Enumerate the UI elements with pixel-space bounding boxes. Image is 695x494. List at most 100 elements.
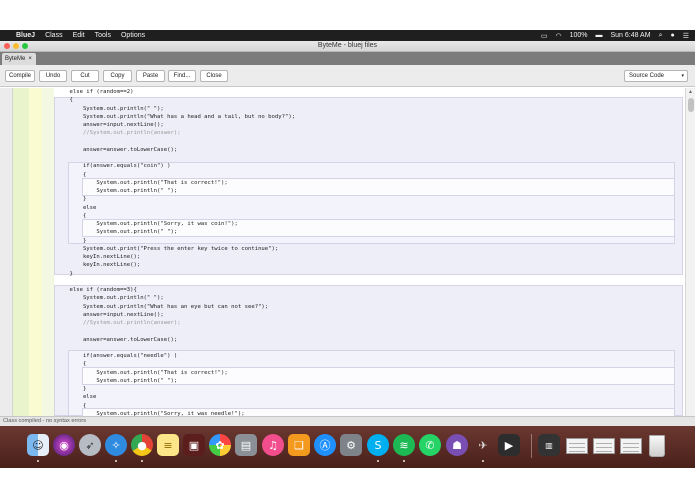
cut-button[interactable]: Cut <box>71 70 99 82</box>
code-line[interactable]: //System.out.println(answer); <box>56 319 181 327</box>
safari-icon[interactable]: ✧ <box>105 434 127 456</box>
dock: ☺ ◉ ➶ ✧ ● ≡ ▣ ✿ ▤ ♫ ❑ Ⓐ ⚙ S ≋ ✆ ☗ ✈ ▶ ▥ <box>0 426 695 468</box>
status-bar: Class compiled - no syntax errors <box>0 416 695 426</box>
code-line[interactable]: } <box>56 195 86 203</box>
code-line[interactable]: System.out.println(" "); <box>56 228 177 236</box>
image-capture-icon[interactable]: ▤ <box>235 434 257 456</box>
minimized-window-thumbnail[interactable] <box>593 438 615 454</box>
code-line[interactable]: System.out.println("That is correct!"); <box>56 179 227 187</box>
screencast-icon[interactable]: ▶ <box>498 434 520 456</box>
undo-button[interactable]: Undo <box>39 70 67 82</box>
running-indicator <box>482 460 484 462</box>
window-title: ByteMe - bluej files <box>317 42 378 49</box>
wifi-icon[interactable]: ◠ <box>555 32 561 40</box>
running-indicator <box>403 460 405 462</box>
find-button[interactable]: Find... <box>168 70 196 82</box>
code-line[interactable]: System.out.print("Press the enter key tw… <box>56 245 278 253</box>
code-editor[interactable]: else if (random==2) { System.out.println… <box>0 88 695 416</box>
chevron-down-icon: ▾ <box>681 73 684 79</box>
editor-toolbar: Compile Undo Cut Copy Paste Find... Clos… <box>0 65 695 87</box>
app-store-icon[interactable]: Ⓐ <box>314 434 336 456</box>
window-titlebar: ByteMe - bluej files <box>0 41 695 52</box>
tab-strip: ByteMe × <box>0 52 695 65</box>
notes-icon[interactable]: ≡ <box>157 434 179 456</box>
letterbox-top <box>0 0 695 30</box>
code-line[interactable]: else <box>56 204 96 212</box>
status-message: Class compiled - no syntax errors <box>3 418 87 424</box>
code-line[interactable]: System.out.println("That is correct!"); <box>56 369 227 377</box>
battery-icon[interactable]: ▬ <box>595 32 602 39</box>
view-select-value: Source Code <box>629 73 665 79</box>
code-line[interactable]: answer=input.nextLine(); <box>56 121 164 129</box>
line-gutter[interactable] <box>0 88 13 416</box>
code-line[interactable]: } <box>56 385 86 393</box>
trash-icon[interactable] <box>649 435 665 457</box>
code-line[interactable]: System.out.println(" "); <box>56 105 164 113</box>
launchpad-icon[interactable]: ➶ <box>79 434 101 456</box>
ibooks-icon[interactable]: ❑ <box>288 434 310 456</box>
view-select[interactable]: Source Code ▾ <box>624 70 688 82</box>
menu-tools[interactable]: Tools <box>95 32 111 39</box>
photos-icon[interactable]: ✿ <box>209 434 231 456</box>
tab-byteme[interactable]: ByteMe × <box>2 53 36 65</box>
code-line[interactable]: answer=answer.toLowerCase(); <box>56 146 177 154</box>
code-line[interactable]: System.out.println("What has an eye but … <box>56 303 268 311</box>
menu-edit[interactable]: Edit <box>73 32 85 39</box>
code-line[interactable]: answer=answer.toLowerCase(); <box>56 336 177 344</box>
code-line[interactable]: if(answer.equals("coin") ) <box>56 162 171 170</box>
code-line[interactable]: } <box>56 237 86 245</box>
code-line[interactable]: //System.out.println(answer); <box>56 129 181 137</box>
letterbox-bottom <box>0 468 695 494</box>
battery-percent[interactable]: 100% <box>570 32 588 39</box>
vertical-scrollbar[interactable]: ▲ <box>685 88 695 416</box>
code-line[interactable]: { <box>56 360 86 368</box>
itunes-icon[interactable]: ♫ <box>262 434 284 456</box>
code-line[interactable]: if(answer.equals("needle") ) <box>56 352 177 360</box>
scroll-up-icon[interactable]: ▲ <box>688 89 693 95</box>
photo-booth-icon[interactable]: ▣ <box>183 434 205 456</box>
notification-center-icon[interactable]: ☰ <box>683 32 689 40</box>
close-button[interactable]: Close <box>200 70 228 82</box>
code-line[interactable]: { <box>56 171 86 179</box>
finder-icon[interactable]: ☺ <box>27 434 49 456</box>
skype-icon[interactable]: S <box>367 434 389 456</box>
code-line[interactable]: else if (random==2) <box>56 88 133 96</box>
paste-button[interactable]: Paste <box>136 70 165 82</box>
menu-class[interactable]: Class <box>45 32 63 39</box>
github-desktop-icon[interactable]: ☗ <box>446 434 468 456</box>
bluej-icon[interactable]: ✈ <box>472 434 494 456</box>
code-line[interactable]: } <box>56 270 72 278</box>
airplay-icon[interactable]: ▭ <box>541 32 548 40</box>
code-line[interactable]: answer=input.nextLine(); <box>56 311 164 319</box>
code-line[interactable]: { <box>56 402 86 410</box>
code-line[interactable]: { <box>56 96 72 104</box>
code-line[interactable]: System.out.println(" "); <box>56 377 177 385</box>
copy-button[interactable]: Copy <box>103 70 132 82</box>
whatsapp-icon[interactable]: ✆ <box>419 434 441 456</box>
minimized-window-thumbnail[interactable] <box>620 438 642 454</box>
menu-app-bluej[interactable]: BlueJ <box>16 32 35 39</box>
dock-separator <box>531 434 532 458</box>
terminal-icon[interactable]: ▥ <box>538 434 560 456</box>
menu-options[interactable]: Options <box>121 32 145 39</box>
code-line[interactable]: System.out.println("What has a head and … <box>56 113 295 121</box>
tab-close-icon[interactable]: × <box>28 56 32 62</box>
code-line[interactable]: { <box>56 212 86 220</box>
siri-icon[interactable]: ◉ <box>53 434 75 456</box>
compile-button[interactable]: Compile <box>5 70 35 82</box>
code-line[interactable]: System.out.println(" "); <box>56 294 164 302</box>
scrollbar-thumb[interactable] <box>688 98 694 112</box>
code-line[interactable]: keyIn.nextLine(); <box>56 253 140 261</box>
system-preferences-icon[interactable]: ⚙ <box>340 434 362 456</box>
code-line[interactable]: System.out.println("Sorry, it was coin!"… <box>56 220 237 228</box>
siri-menubar-icon[interactable]: ● <box>670 32 674 39</box>
spotlight-icon[interactable]: ⌕ <box>659 32 663 40</box>
code-line[interactable]: else <box>56 393 96 401</box>
code-line[interactable]: else if (random==3){ <box>56 286 136 294</box>
spotify-icon[interactable]: ≋ <box>393 434 415 456</box>
clock[interactable]: Sun 6:48 AM <box>610 32 650 39</box>
code-line[interactable]: System.out.println(" "); <box>56 187 177 195</box>
chrome-icon[interactable]: ● <box>131 434 153 456</box>
minimized-window-thumbnail[interactable] <box>566 438 588 454</box>
code-line[interactable]: keyIn.nextLine(); <box>56 261 140 269</box>
